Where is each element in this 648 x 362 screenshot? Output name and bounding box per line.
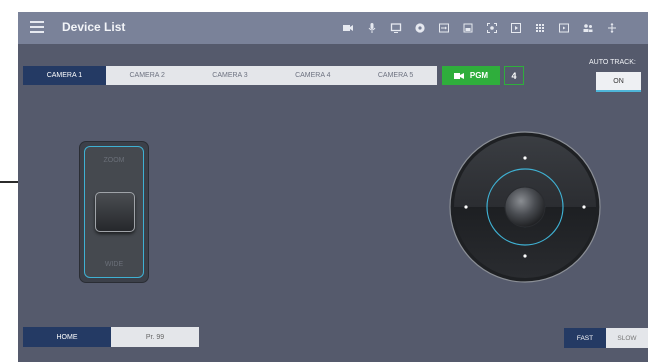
auto-track-toggle[interactable]: ON (596, 72, 641, 92)
joystick-knob[interactable] (504, 186, 546, 228)
camera-tabs: CAMERA 1 CAMERA 2 CAMERA 3 CAMERA 4 CAME… (23, 66, 437, 85)
right-dot (582, 205, 586, 209)
video-camera-icon (453, 72, 464, 79)
zoom-rocker: ZOOM WIDE (80, 142, 148, 282)
left-dot (464, 205, 468, 209)
settings-gear-icon[interactable] (408, 20, 432, 36)
pgm-number-badge: 4 (504, 66, 524, 85)
people-icon[interactable] (576, 20, 600, 36)
tab-camera-5[interactable]: CAMERA 5 (354, 66, 437, 85)
auto-track-label: AUTO TRACK: (589, 59, 636, 66)
up-dot (523, 156, 527, 160)
storage-icon[interactable] (456, 20, 480, 36)
toolbar-icons (336, 20, 624, 36)
grid-icon[interactable] (528, 20, 552, 36)
down-dot (523, 254, 527, 258)
screenshot-root: Device List CAMERA 1 CAMERA 2 CAMERA 3 C… (0, 0, 648, 362)
camera-control-app: Device List CAMERA 1 CAMERA 2 CAMERA 3 C… (18, 12, 648, 362)
preset-field[interactable]: Pr. 99 (111, 327, 199, 347)
menu-hamburger-icon[interactable] (30, 21, 44, 33)
pan-tilt-joystick[interactable] (448, 130, 602, 284)
zoom-top-label: ZOOM (103, 157, 125, 164)
mic-icon[interactable] (360, 20, 384, 36)
tab-camera-3[interactable]: CAMERA 3 (189, 66, 272, 85)
camera-icon[interactable] (336, 20, 360, 36)
tab-camera-1[interactable]: CAMERA 1 (23, 66, 106, 85)
zoom-track[interactable]: ZOOM WIDE (84, 146, 144, 278)
split-icon[interactable] (600, 20, 624, 36)
zoom-handle[interactable] (95, 192, 135, 232)
input-icon[interactable] (432, 20, 456, 36)
top-bar: Device List (18, 12, 648, 44)
speed-fast-button[interactable]: FAST (564, 328, 606, 348)
monitor-icon[interactable] (384, 20, 408, 36)
play-icon[interactable] (504, 20, 528, 36)
speed-slow-button[interactable]: SLOW (606, 328, 648, 348)
tab-camera-2[interactable]: CAMERA 2 (106, 66, 189, 85)
zoom-bottom-label: WIDE (104, 261, 124, 268)
pgm-label: PGM (469, 71, 489, 80)
page-title: Device List (62, 20, 126, 34)
home-button[interactable]: HOME (23, 327, 111, 347)
focus-icon[interactable] (480, 20, 504, 36)
speed-toggle: FAST SLOW (564, 328, 648, 348)
media-icon[interactable] (552, 20, 576, 36)
left-divider-line (0, 181, 18, 183)
pgm-button[interactable]: PGM (442, 66, 500, 85)
tab-camera-4[interactable]: CAMERA 4 (271, 66, 354, 85)
